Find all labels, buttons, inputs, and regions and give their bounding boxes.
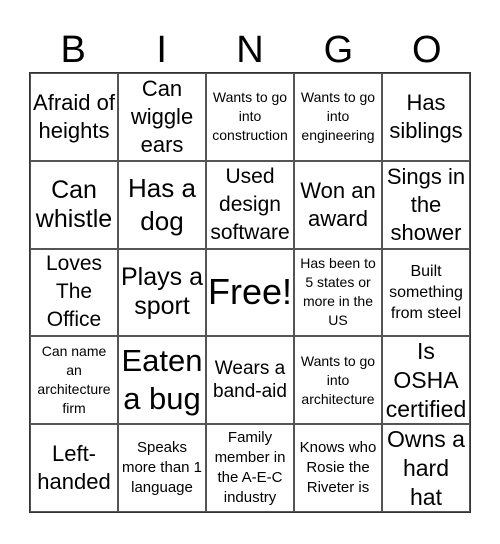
bingo-cell[interactable]: Won an award <box>294 160 382 249</box>
bingo-cell[interactable]: Wants to go into engineering <box>294 73 382 161</box>
header-letter-i: I <box>156 29 167 71</box>
bingo-cell[interactable]: Plays a sport <box>118 248 206 337</box>
bingo-cell[interactable]: Has been to 5 states or more in the US <box>294 248 382 337</box>
bingo-cell[interactable]: Built something from steel <box>382 248 470 337</box>
bingo-cell[interactable]: Speaks more than 1 language <box>118 424 206 512</box>
bingo-cell[interactable]: Can name an architecture firm <box>30 336 118 425</box>
header-letter-n: N <box>236 29 264 71</box>
free-space-cell[interactable]: Free! <box>206 248 294 337</box>
bingo-cell[interactable]: Knows who Rosie the Riveter is <box>294 424 382 512</box>
bingo-cell[interactable]: Afraid of heights <box>30 73 118 161</box>
header-letter-o: O <box>412 29 442 71</box>
bingo-header: B I N G O <box>29 28 471 72</box>
bingo-grid: Afraid of heights Can wiggle ears Wants … <box>29 72 471 513</box>
bingo-cell[interactable]: Wants to go into construction <box>206 73 294 161</box>
bingo-cell[interactable]: Wants to go into architecture <box>294 336 382 425</box>
bingo-cell[interactable]: Can wiggle ears <box>118 73 206 161</box>
bingo-cell[interactable]: Owns a hard hat <box>382 424 470 512</box>
bingo-cell[interactable]: Loves The Office <box>30 248 118 337</box>
bingo-cell[interactable]: Eaten a bug <box>118 336 206 425</box>
header-letter-b: B <box>60 29 86 71</box>
bingo-cell[interactable]: Has siblings <box>382 73 470 161</box>
header-letter-g: G <box>323 29 354 71</box>
bingo-cell[interactable]: Left-handed <box>30 424 118 512</box>
bingo-cell[interactable]: Is OSHA certified <box>382 336 470 425</box>
bingo-cell[interactable]: Sings in the shower <box>382 160 470 249</box>
bingo-cell[interactable]: Used design software <box>206 160 294 249</box>
bingo-cell[interactable]: Can whistle <box>30 160 118 249</box>
bingo-cell[interactable]: Has a dog <box>118 160 206 249</box>
bingo-cell[interactable]: Wears a band-aid <box>206 336 294 425</box>
bingo-cell[interactable]: Family member in the A-E-C industry <box>206 424 294 512</box>
